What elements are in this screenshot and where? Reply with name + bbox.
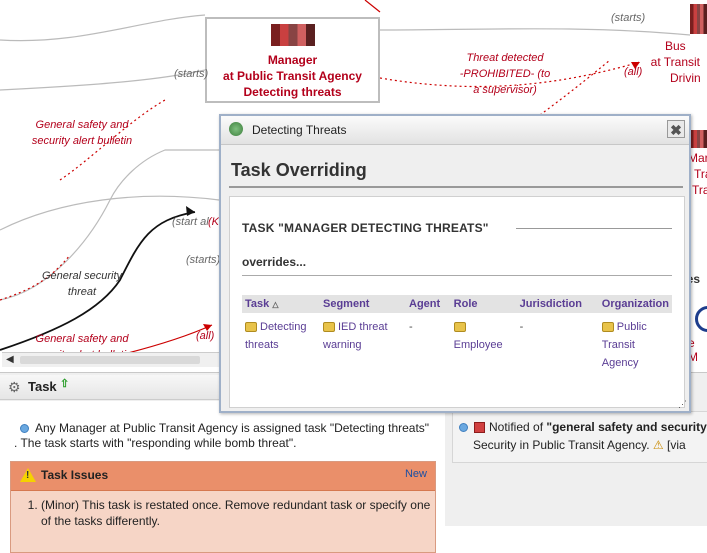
general-safety-1-line1: General safety and bbox=[35, 119, 129, 131]
cell-organization[interactable]: Public Transit Agency bbox=[599, 313, 672, 377]
task-name: TASK "MANAGER DETECTING THREATS" bbox=[242, 221, 489, 235]
resize-handle-icon[interactable]: ⋰ bbox=[678, 399, 687, 410]
general-security-line1: General security bbox=[41, 270, 123, 282]
general-safety-1-line2: security alert bulletin bbox=[31, 135, 133, 147]
edge-label-all-top: (all) bbox=[624, 66, 643, 78]
dialog-title: Detecting Threats bbox=[252, 123, 347, 137]
bus-image bbox=[271, 24, 315, 46]
notification-line2: Security in Public Transit Agency. ⚠ [vi… bbox=[473, 438, 686, 452]
edge-label-starts-top: (starts) bbox=[611, 12, 646, 24]
canvas-horizontal-scrollbar[interactable]: ◀ bbox=[2, 352, 222, 367]
error-icon bbox=[474, 422, 485, 434]
bus-node-line3: Drivin bbox=[670, 71, 701, 85]
bus-node-line2: at Transit bbox=[650, 55, 701, 69]
threat-detected-line3: a supervisor) bbox=[473, 84, 537, 96]
column-jurisdiction[interactable]: Jurisdiction bbox=[516, 295, 599, 313]
right-node-image bbox=[690, 130, 707, 148]
task-name-rule bbox=[516, 228, 672, 229]
detecting-threats-dialog: Detecting Threats ✖ Task Overriding TASK… bbox=[219, 114, 691, 413]
bullet-icon bbox=[459, 423, 468, 433]
notification-line2-text: Security in Public Transit Agency. bbox=[473, 438, 650, 452]
via-text: [via bbox=[666, 438, 686, 452]
column-agent[interactable]: Agent bbox=[406, 295, 451, 313]
assignment-text: Any Manager at Public Transit Agency is … bbox=[35, 421, 430, 435]
task-icon bbox=[229, 122, 243, 136]
table-header-row: Task △ Segment Agent Role Jurisdiction O… bbox=[242, 295, 672, 313]
task-tab-label: Task bbox=[28, 379, 57, 394]
assignment-line2: . The task starts with "responding while… bbox=[14, 436, 297, 450]
issue-item: (Minor) This task is restated once. Remo… bbox=[41, 497, 435, 529]
task-issues-header: Task Issues New bbox=[11, 462, 435, 491]
general-safety-2-line1: General safety and bbox=[35, 333, 129, 345]
task-assignment: Any Manager at Public Transit Agency is … bbox=[20, 419, 440, 437]
manager-node-line3: Detecting threats bbox=[243, 85, 342, 99]
cell-jurisdiction: - bbox=[519, 321, 524, 333]
notified-bold: "general safety and security bbox=[546, 420, 707, 434]
task-issues-title: Task Issues bbox=[41, 468, 109, 482]
overriding-content: TASK "MANAGER DETECTING THREATS" overrid… bbox=[229, 196, 685, 408]
edge-label-general-safety-1: General safety and security alert bullet… bbox=[27, 117, 137, 149]
table-row: Detecting threats IED threat warning - E… bbox=[242, 313, 672, 377]
cell-role[interactable]: Employee bbox=[451, 313, 517, 377]
warning-icon: ⚠ bbox=[652, 438, 664, 452]
manager-node-line1: Manager bbox=[267, 53, 318, 67]
edge-label-general-security: General security threat bbox=[32, 268, 132, 300]
overrides-table: Task △ Segment Agent Role Jurisdiction O… bbox=[242, 295, 672, 377]
key-icon bbox=[323, 322, 335, 333]
arrow-up-icon[interactable]: ⇧ bbox=[60, 377, 69, 390]
column-task[interactable]: Task △ bbox=[242, 295, 320, 313]
task-issues-box: Task Issues New (Minor) This task is res… bbox=[10, 461, 436, 553]
edge-label-partial-k: (K bbox=[208, 216, 219, 228]
warning-icon bbox=[20, 468, 36, 482]
bus-node-line1: Bus bbox=[664, 39, 686, 53]
scroll-left-icon[interactable]: ◀ bbox=[6, 354, 14, 365]
key-icon bbox=[245, 322, 257, 333]
cell-segment[interactable]: IED threat warning bbox=[320, 313, 406, 377]
column-task-label: Task bbox=[245, 298, 270, 310]
edge-label-starts-left: (starts) bbox=[174, 68, 209, 80]
edge-label-starts-lower: (starts) bbox=[186, 254, 221, 266]
heading-divider bbox=[229, 186, 683, 188]
cell-task[interactable]: Detecting threats bbox=[242, 313, 320, 377]
edge-label-all-bottom: (all) bbox=[196, 330, 215, 342]
column-role[interactable]: Role bbox=[450, 295, 517, 313]
issues-list: (Minor) This task is restated once. Remo… bbox=[11, 497, 435, 529]
overrides-label: overrides... bbox=[242, 255, 307, 269]
column-segment[interactable]: Segment bbox=[320, 295, 406, 313]
notified-prefix: Notified of bbox=[489, 420, 547, 434]
cell-role-link[interactable]: Employee bbox=[454, 339, 503, 351]
cell-agent: - bbox=[409, 321, 413, 333]
manager-node[interactable]: Manager at Public Transit Agency Detecti… bbox=[205, 17, 380, 103]
overrides-rule bbox=[242, 275, 672, 276]
threat-detected-line1: Threat detected bbox=[466, 52, 544, 64]
new-issue-link[interactable]: New bbox=[405, 468, 427, 480]
dialog-titlebar[interactable]: Detecting Threats ✖ bbox=[221, 116, 689, 145]
manager-node-line2: at Public Transit Agency bbox=[223, 69, 362, 83]
edge-label-starts-mid: (start al bbox=[172, 216, 209, 228]
bus-node-image bbox=[690, 4, 707, 34]
bullet-icon bbox=[20, 424, 29, 434]
column-organization[interactable]: Organization bbox=[598, 295, 672, 313]
bus-node[interactable]: Bus at Transit Drivin bbox=[650, 38, 701, 86]
threat-detected-line2: -PROHIBITED- (to bbox=[459, 68, 551, 80]
close-button[interactable]: ✖ bbox=[667, 120, 685, 138]
key-icon bbox=[601, 322, 614, 333]
scrollbar-thumb[interactable] bbox=[20, 356, 200, 364]
task-details-pane: Any Manager at Public Transit Agency is … bbox=[0, 401, 445, 553]
gear-icon: ⚙ bbox=[8, 379, 21, 395]
sort-asc-icon[interactable]: △ bbox=[272, 300, 278, 309]
general-security-line2: threat bbox=[67, 286, 97, 298]
notifications-pane: Notified of "general safety and security… bbox=[452, 411, 707, 463]
notification-item: Notified of "general safety and security bbox=[459, 420, 707, 434]
key-icon bbox=[453, 322, 466, 333]
dialog-heading: Task Overriding bbox=[231, 160, 367, 180]
edge-label-threat-detected: Threat detected -PROHIBITED- (to a super… bbox=[455, 50, 555, 98]
